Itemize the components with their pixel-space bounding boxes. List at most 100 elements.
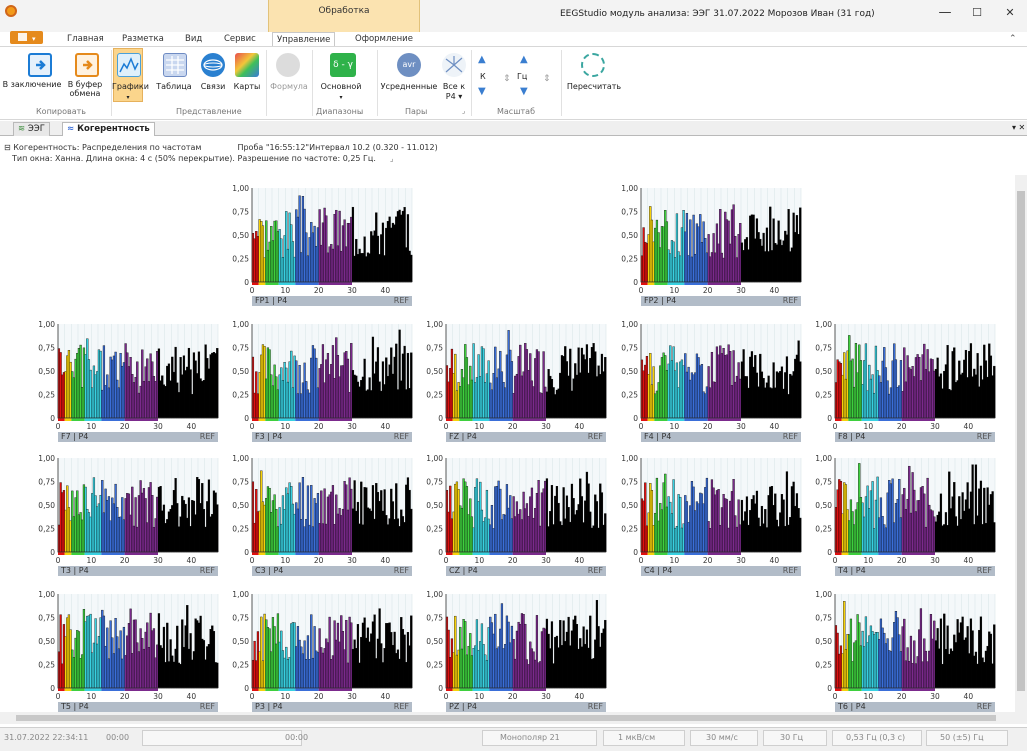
close-button[interactable]: ✕ [995, 4, 1025, 22]
scale-k-down-icon[interactable]: ▼ [478, 86, 486, 97]
averaged-button[interactable]: Усредненные [380, 82, 438, 91]
ribbon-collapse-icon[interactable]: ⌃ [1009, 34, 1017, 44]
main-range-button[interactable]: Основной [316, 82, 366, 91]
app-logo-icon[interactable] [5, 5, 17, 17]
chart-channel-footer: C4 | P4 REF [641, 566, 801, 576]
recalc-button[interactable]: Пересчитать [564, 82, 624, 91]
x-tick-label: 20 [314, 556, 324, 565]
band-strip [58, 418, 65, 421]
y-tick-label: 0,75 [426, 478, 443, 487]
tab-eeg[interactable]: ≋ ЭЭГ [13, 122, 50, 136]
ribbon-separator [312, 50, 313, 116]
coherence-chart[interactable]: 1,00 0,75 0,50 0,25 0 0 10 20 30 40 C3 | P4 REF [226, 452, 416, 584]
coherence-chart[interactable]: 1,00 0,75 0,50 0,25 0 0 10 20 30 40 FZ | P4 REF [420, 318, 610, 450]
x-tick-label: 20 [897, 422, 907, 431]
coherence-plot: 1,00 0,75 0,50 0,25 00 10 20 30 40 [621, 184, 802, 295]
band-strip [878, 688, 902, 691]
info-title[interactable]: ⊟ Когерентность: Распределения по частот… [4, 143, 201, 152]
minimize-button[interactable]: — [930, 4, 960, 22]
tab-service[interactable]: Сервис [224, 32, 256, 46]
coherence-chart[interactable]: 1,00 0,75 0,50 0,25 0 0 10 20 30 40 F4 | P4 REF [615, 318, 805, 450]
coherence-chart[interactable]: 1,00 0,75 0,50 0,25 0 0 10 20 30 40 T3 | P4 REF [32, 452, 222, 584]
band-strip [654, 418, 668, 421]
y-tick-label: 0,25 [232, 661, 249, 670]
y-tick-label: 0,75 [426, 344, 443, 353]
band-strip [265, 418, 279, 421]
main-range-chevron-icon[interactable]: ▾ [316, 93, 366, 102]
horizontal-scroll-thumb[interactable] [16, 715, 996, 721]
coherence-chart[interactable]: 1,00 0,75 0,50 0,25 0 0 10 20 30 40 F3 | P4 REF [226, 318, 416, 450]
context-tab-label: Обработка [318, 6, 370, 16]
tab-coherence[interactable]: ≈ Когерентность [62, 122, 155, 136]
maps-button[interactable]: Карты [231, 82, 263, 91]
coherence-chart[interactable]: 1,00 0,75 0,50 0,25 0 0 10 20 30 40 FP1 | P4 REF [226, 182, 416, 314]
tab-markup[interactable]: Разметка [122, 32, 164, 46]
vertical-scrollbar[interactable] [1015, 175, 1027, 712]
info-options-icon[interactable]: ⌟ [390, 154, 394, 163]
x-tick-label: 30 [541, 692, 551, 701]
chart-channel-footer: CZ | P4 REF [446, 566, 606, 576]
graphs-button[interactable]: Графики [112, 82, 149, 91]
coherence-chart[interactable]: 1,00 0,75 0,50 0,25 0 0 10 20 30 40 F7 | P4 REF [32, 318, 222, 450]
status-notch: 50 (±5) Гц [940, 733, 984, 742]
y-tick-label: 1,00 [621, 454, 638, 463]
maximize-button[interactable]: ☐ [962, 4, 992, 22]
all-to-channel-dropdown[interactable]: P4 ▾ [440, 92, 468, 101]
tab-control[interactable]: Управление [272, 32, 336, 47]
band-strip [252, 282, 259, 285]
chevron-down-icon: ▾ [32, 35, 36, 43]
ref-label: REF [199, 702, 215, 711]
coherence-chart[interactable]: 1,00 0,75 0,50 0,25 0 0 10 20 30 40 CZ | P4 REF [420, 452, 610, 584]
coherence-chart[interactable]: 1,00 0,75 0,50 0,25 0 0 10 20 30 40 T4 | P4 REF [809, 452, 999, 584]
pairs-dialog-launcher-icon[interactable]: ⌟ [462, 107, 465, 115]
coherence-chart[interactable]: 1,00 0,75 0,50 0,25 0 0 10 20 30 40 FP2 | P4 REF [615, 182, 805, 314]
channel-pair-label: PZ | P4 [449, 702, 477, 711]
y-tick-label: 0,50 [38, 501, 55, 510]
coherence-chart[interactable]: 1,00 0,75 0,50 0,25 0 0 10 20 30 40 T6 | P4 REF [809, 588, 999, 720]
coherence-chart[interactable]: 1,00 0,75 0,50 0,25 0 0 10 20 30 40 P3 | P4 REF [226, 588, 416, 720]
channel-pair-label: FP2 | P4 [644, 296, 677, 305]
coherence-chart[interactable]: 1,00 0,75 0,50 0,25 0 0 10 20 30 40 T5 | P4 REF [32, 588, 222, 720]
channel-pair-label: P3 | P4 [255, 702, 283, 711]
links-button[interactable]: Связи [196, 82, 230, 91]
chart-channel-footer: F4 | P4 REF [641, 432, 801, 442]
y-tick-label: 0 [438, 684, 443, 693]
band-strip [512, 688, 546, 691]
all-to-icon [442, 53, 466, 77]
scale-hz-down-icon[interactable]: ▼ [520, 86, 528, 97]
band-strip [252, 418, 259, 421]
horizontal-scrollbar[interactable] [0, 712, 1027, 724]
scale-k-up-icon[interactable]: ▲ [478, 54, 486, 65]
y-tick-label: 0,75 [38, 478, 55, 487]
copy-to-buffer-button[interactable]: В буфер обмена [62, 80, 108, 98]
y-tick-label: 1,00 [232, 590, 249, 599]
status-time-slider[interactable] [142, 730, 302, 746]
band-strip [71, 688, 85, 691]
y-tick-label: 0,25 [232, 525, 249, 534]
ref-label: REF [782, 432, 798, 441]
formula-button[interactable]: Формула [268, 82, 310, 91]
coherence-chart[interactable]: 1,00 0,75 0,50 0,25 0 0 10 20 30 40 F8 | P4 REF [809, 318, 999, 450]
scale-hz-up-icon[interactable]: ▲ [520, 54, 528, 65]
tab-view[interactable]: Вид [185, 32, 202, 46]
coherence-chart[interactable]: 1,00 0,75 0,50 0,25 0 0 10 20 30 40 C4 | P4 REF [615, 452, 805, 584]
ribbon-separator [377, 50, 378, 116]
band-strip [459, 418, 473, 421]
band-strip [848, 552, 862, 555]
averaged-icon: avr [397, 53, 421, 77]
y-tick-label: 0,75 [815, 614, 832, 623]
band-strip [278, 552, 296, 555]
tab-home[interactable]: Главная [67, 32, 104, 46]
table-button[interactable]: Таблица [156, 82, 192, 91]
copy-to-conclusion-button[interactable]: В заключение [2, 80, 62, 89]
file-menu-button[interactable]: ▾ [10, 31, 43, 44]
coherence-bar [216, 348, 219, 419]
band-strip [459, 552, 473, 555]
coherence-chart[interactable]: 1,00 0,75 0,50 0,25 0 0 10 20 30 40 PZ | P4 REF [420, 588, 610, 720]
all-to-button[interactable]: Все к [440, 82, 468, 91]
tab-design[interactable]: Оформление [355, 32, 413, 46]
ranges-dialog-launcher-icon[interactable]: ⌟ [360, 107, 363, 115]
graphs-dropdown-chevron-icon[interactable]: ▾ [112, 93, 144, 102]
doc-tabs-menu-icon[interactable]: ▾ ✕ [1012, 123, 1025, 132]
vertical-scroll-thumb[interactable] [1017, 191, 1025, 691]
